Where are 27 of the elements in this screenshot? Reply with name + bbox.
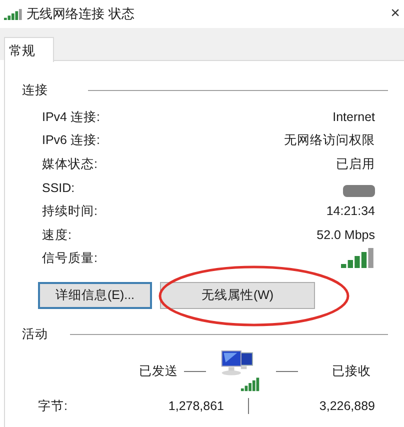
field-label: 信号质量: [42, 250, 98, 268]
field-label: 字节: [38, 398, 68, 415]
field-value: 已启用 [336, 156, 375, 174]
field-value: 52.0 Mbps [316, 226, 375, 244]
field-label: IPv6 连接: [42, 132, 100, 150]
dialog-button[interactable]: 详细信息(E)... [38, 282, 152, 310]
field-label: 媒体状态: [42, 156, 98, 174]
dialog-button[interactable]: 无线属性(W) [160, 282, 315, 310]
signal-icon [4, 8, 23, 20]
window-title: 无线网络连接 状态 [26, 5, 134, 24]
received-label: 已接收 [332, 362, 371, 380]
sent-label: 已发送 [139, 362, 178, 380]
tab[interactable]: 常规 [4, 37, 54, 62]
section-heading: 连接 [22, 82, 48, 99]
section-heading: 活动 [22, 326, 48, 343]
field-value: 14:21:34 [326, 203, 375, 220]
signal-strength-icon [341, 248, 375, 268]
field-label: IPv4 连接: [42, 108, 100, 126]
field-label: 速度: [42, 226, 72, 244]
redacted-block [343, 185, 375, 198]
field-value: Internet [332, 108, 375, 126]
sent-bytes: 1,278,861 [167, 398, 224, 415]
received-bytes: 3,226,889 [319, 398, 375, 415]
field-label: SSID: [42, 180, 75, 197]
field-value: 无网络访问权限 [284, 132, 375, 150]
field-label: 持续时间: [42, 203, 98, 220]
close-button[interactable]: × [390, 2, 400, 26]
